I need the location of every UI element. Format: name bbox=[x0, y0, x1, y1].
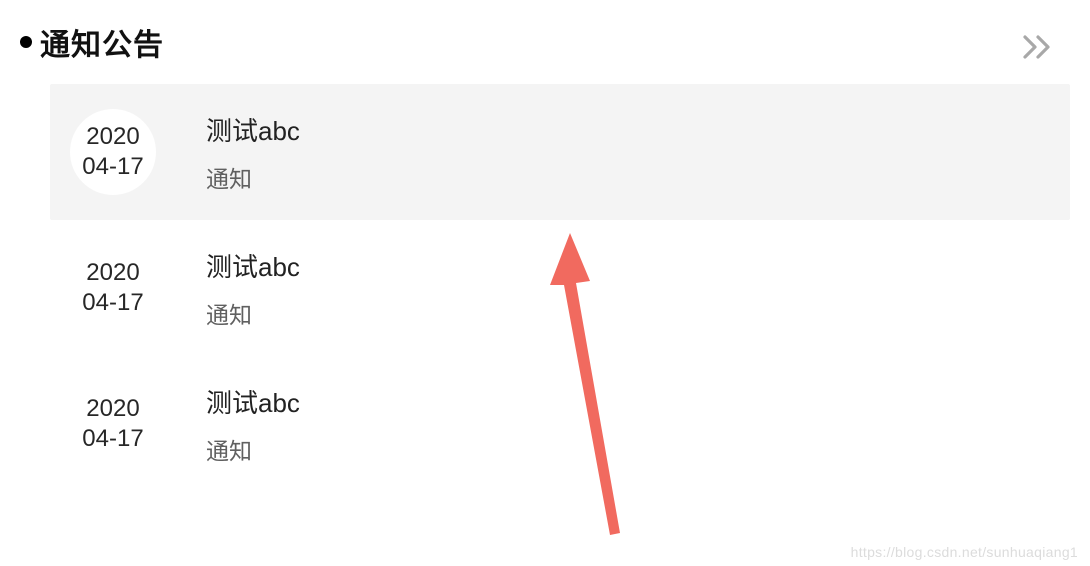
date-month-day: 04-17 bbox=[82, 288, 143, 318]
item-body: 测试abc 通知 bbox=[206, 111, 300, 194]
date-month-day: 04-17 bbox=[82, 424, 143, 454]
list-item[interactable]: 2020 04-17 测试abc 通知 bbox=[50, 356, 1070, 492]
double-chevron-right-icon bbox=[1022, 34, 1060, 60]
section-header: 通知公告 bbox=[0, 0, 1090, 74]
date-badge: 2020 04-17 bbox=[70, 381, 156, 467]
announcement-list: 2020 04-17 测试abc 通知 2020 04-17 测试abc 通知 … bbox=[0, 84, 1090, 492]
section-title: 通知公告 bbox=[40, 20, 164, 64]
date-year: 2020 bbox=[86, 258, 139, 288]
item-body: 测试abc 通知 bbox=[206, 383, 300, 466]
item-title: 测试abc bbox=[206, 111, 300, 148]
item-category: 通知 bbox=[206, 160, 300, 194]
item-title: 测试abc bbox=[206, 247, 300, 284]
more-button[interactable] bbox=[1022, 34, 1060, 60]
date-year: 2020 bbox=[86, 394, 139, 424]
item-category: 通知 bbox=[206, 432, 300, 466]
bullet-icon bbox=[20, 36, 32, 48]
watermark-text: https://blog.csdn.net/sunhuaqiang1 bbox=[851, 544, 1078, 560]
item-body: 测试abc 通知 bbox=[206, 247, 300, 330]
title-wrap: 通知公告 bbox=[20, 20, 164, 64]
list-item[interactable]: 2020 04-17 测试abc 通知 bbox=[50, 84, 1070, 220]
list-item[interactable]: 2020 04-17 测试abc 通知 bbox=[50, 220, 1070, 356]
date-month-day: 04-17 bbox=[82, 152, 143, 182]
item-title: 测试abc bbox=[206, 383, 300, 420]
date-badge: 2020 04-17 bbox=[70, 245, 156, 331]
item-category: 通知 bbox=[206, 296, 300, 330]
date-badge: 2020 04-17 bbox=[70, 109, 156, 195]
date-year: 2020 bbox=[86, 122, 139, 152]
